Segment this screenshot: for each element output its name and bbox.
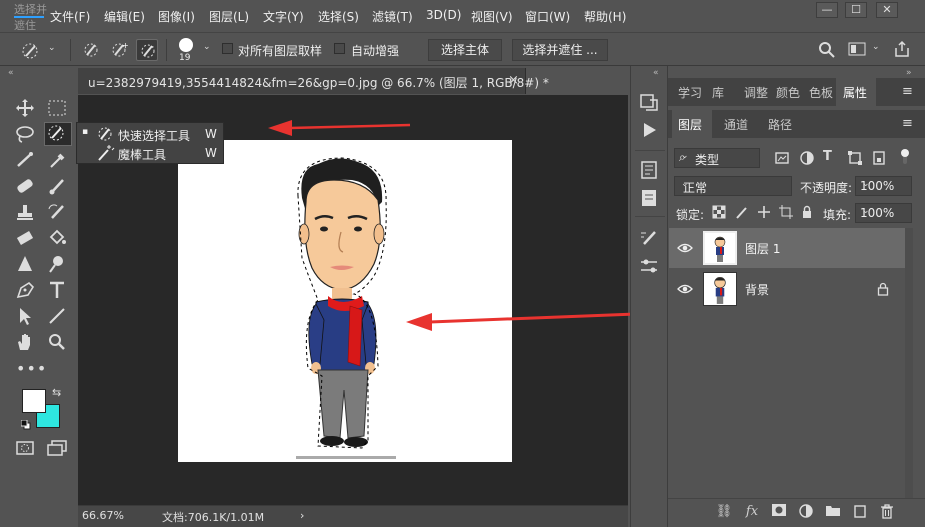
opacity-label: 不透明度: — [800, 181, 853, 195]
layer-filter-dropdown[interactable]: ⌕ 类型 ⌄ — [674, 148, 760, 168]
lock-icon[interactable] — [877, 282, 889, 296]
collapse-arrows-icon[interactable]: » — [906, 68, 912, 78]
add-mask-icon[interactable] — [770, 503, 788, 521]
layer-thumbnail — [703, 231, 737, 265]
filter-adjustment-icon[interactable] — [799, 150, 815, 166]
new-adjustment-layer-icon[interactable] — [797, 503, 815, 521]
tab-adjustments[interactable]: 调整 — [744, 84, 768, 106]
chevron-down-icon: ⌄ — [681, 179, 689, 189]
visibility-eye-icon[interactable] — [677, 282, 693, 296]
panel-menu-icon[interactable]: ≡ — [902, 84, 913, 99]
filter-shape-icon[interactable] — [847, 150, 863, 166]
tab-color[interactable]: 颜色 — [776, 84, 800, 106]
new-group-icon[interactable] — [824, 503, 842, 521]
visibility-eye-icon[interactable] — [677, 241, 693, 255]
opacity-field[interactable]: 100% ⌄ — [855, 176, 912, 196]
panel-menu-icon[interactable]: ≡ — [902, 116, 913, 131]
layer-name[interactable]: 图层 1 — [745, 240, 780, 257]
tab-libraries[interactable]: 库 — [712, 84, 724, 106]
chevron-down-icon: ⌄ — [862, 179, 870, 189]
delete-layer-icon[interactable] — [878, 503, 896, 521]
collapsed-panels-dock: « — [630, 66, 668, 527]
lock-all-icon[interactable] — [800, 205, 814, 219]
layer-row[interactable]: 图层 1 — [669, 228, 905, 268]
lock-transparent-pixels-icon[interactable] — [712, 205, 726, 219]
tab-channels[interactable]: 通道 — [724, 116, 748, 138]
layer-style-fx-icon[interactable]: fx — [743, 503, 761, 521]
layers-scrollbar[interactable] — [905, 228, 913, 498]
document-info: 文档:706.1K/1.01M — [162, 511, 265, 524]
fill-label: 填充: — [823, 208, 852, 222]
layer-row[interactable]: 背景 — [669, 269, 905, 309]
status-bar: 66.67% 文档:706.1K/1.01M › — [78, 505, 628, 527]
layers-tab-bar: 图层 通道 路径 ≡ — [668, 110, 925, 138]
lock-image-pixels-icon[interactable] — [735, 205, 749, 219]
blend-mode-dropdown[interactable]: 正常 ⌄ — [674, 176, 792, 196]
link-layers-icon[interactable]: ⛓ — [715, 503, 733, 521]
layer-thumbnail — [703, 272, 737, 306]
divider — [635, 216, 665, 217]
adjustments-sliders-icon[interactable] — [638, 256, 662, 278]
status-more-icon[interactable]: › — [300, 509, 304, 522]
arrow-to-layer — [406, 312, 637, 331]
tab-swatches[interactable]: 色板 — [809, 84, 833, 106]
divider — [635, 150, 665, 151]
filter-type-icon[interactable]: T — [823, 149, 832, 164]
fill-field[interactable]: 100% ⌄ — [855, 203, 912, 223]
filter-smart-object-icon[interactable] — [871, 150, 887, 166]
tab-paths[interactable]: 路径 — [768, 116, 792, 138]
new-layer-icon[interactable] — [851, 503, 869, 521]
tab-learn[interactable]: 学习 — [678, 84, 702, 106]
chevron-down-icon: ⌄ — [681, 151, 689, 161]
lock-label: 锁定: — [676, 208, 705, 222]
info-panel-icon[interactable] — [638, 160, 662, 182]
notes-panel-icon[interactable] — [638, 188, 662, 210]
tab-properties[interactable]: 属性 — [843, 84, 867, 106]
brush-settings-icon[interactable] — [638, 228, 662, 250]
chevron-down-icon: ⌄ — [862, 206, 870, 216]
zoom-level[interactable]: 66.67% — [82, 509, 124, 522]
properties-tab-bar: 学习 库 调整 颜色 色板 属性 ≡ — [668, 78, 925, 106]
tab-layers[interactable]: 图层 — [678, 116, 702, 138]
lock-artboard-icon[interactable] — [779, 205, 793, 219]
filter-toggle-icon[interactable] — [900, 148, 910, 166]
lock-position-icon[interactable] — [757, 205, 771, 219]
history-panel-icon[interactable] — [638, 92, 662, 114]
play-actions-icon[interactable] — [638, 120, 662, 142]
layer-name[interactable]: 背景 — [745, 281, 769, 298]
arrow-to-flyout — [268, 120, 411, 136]
filter-pixel-icon[interactable] — [774, 150, 790, 166]
collapse-arrows-icon[interactable]: « — [653, 68, 659, 78]
